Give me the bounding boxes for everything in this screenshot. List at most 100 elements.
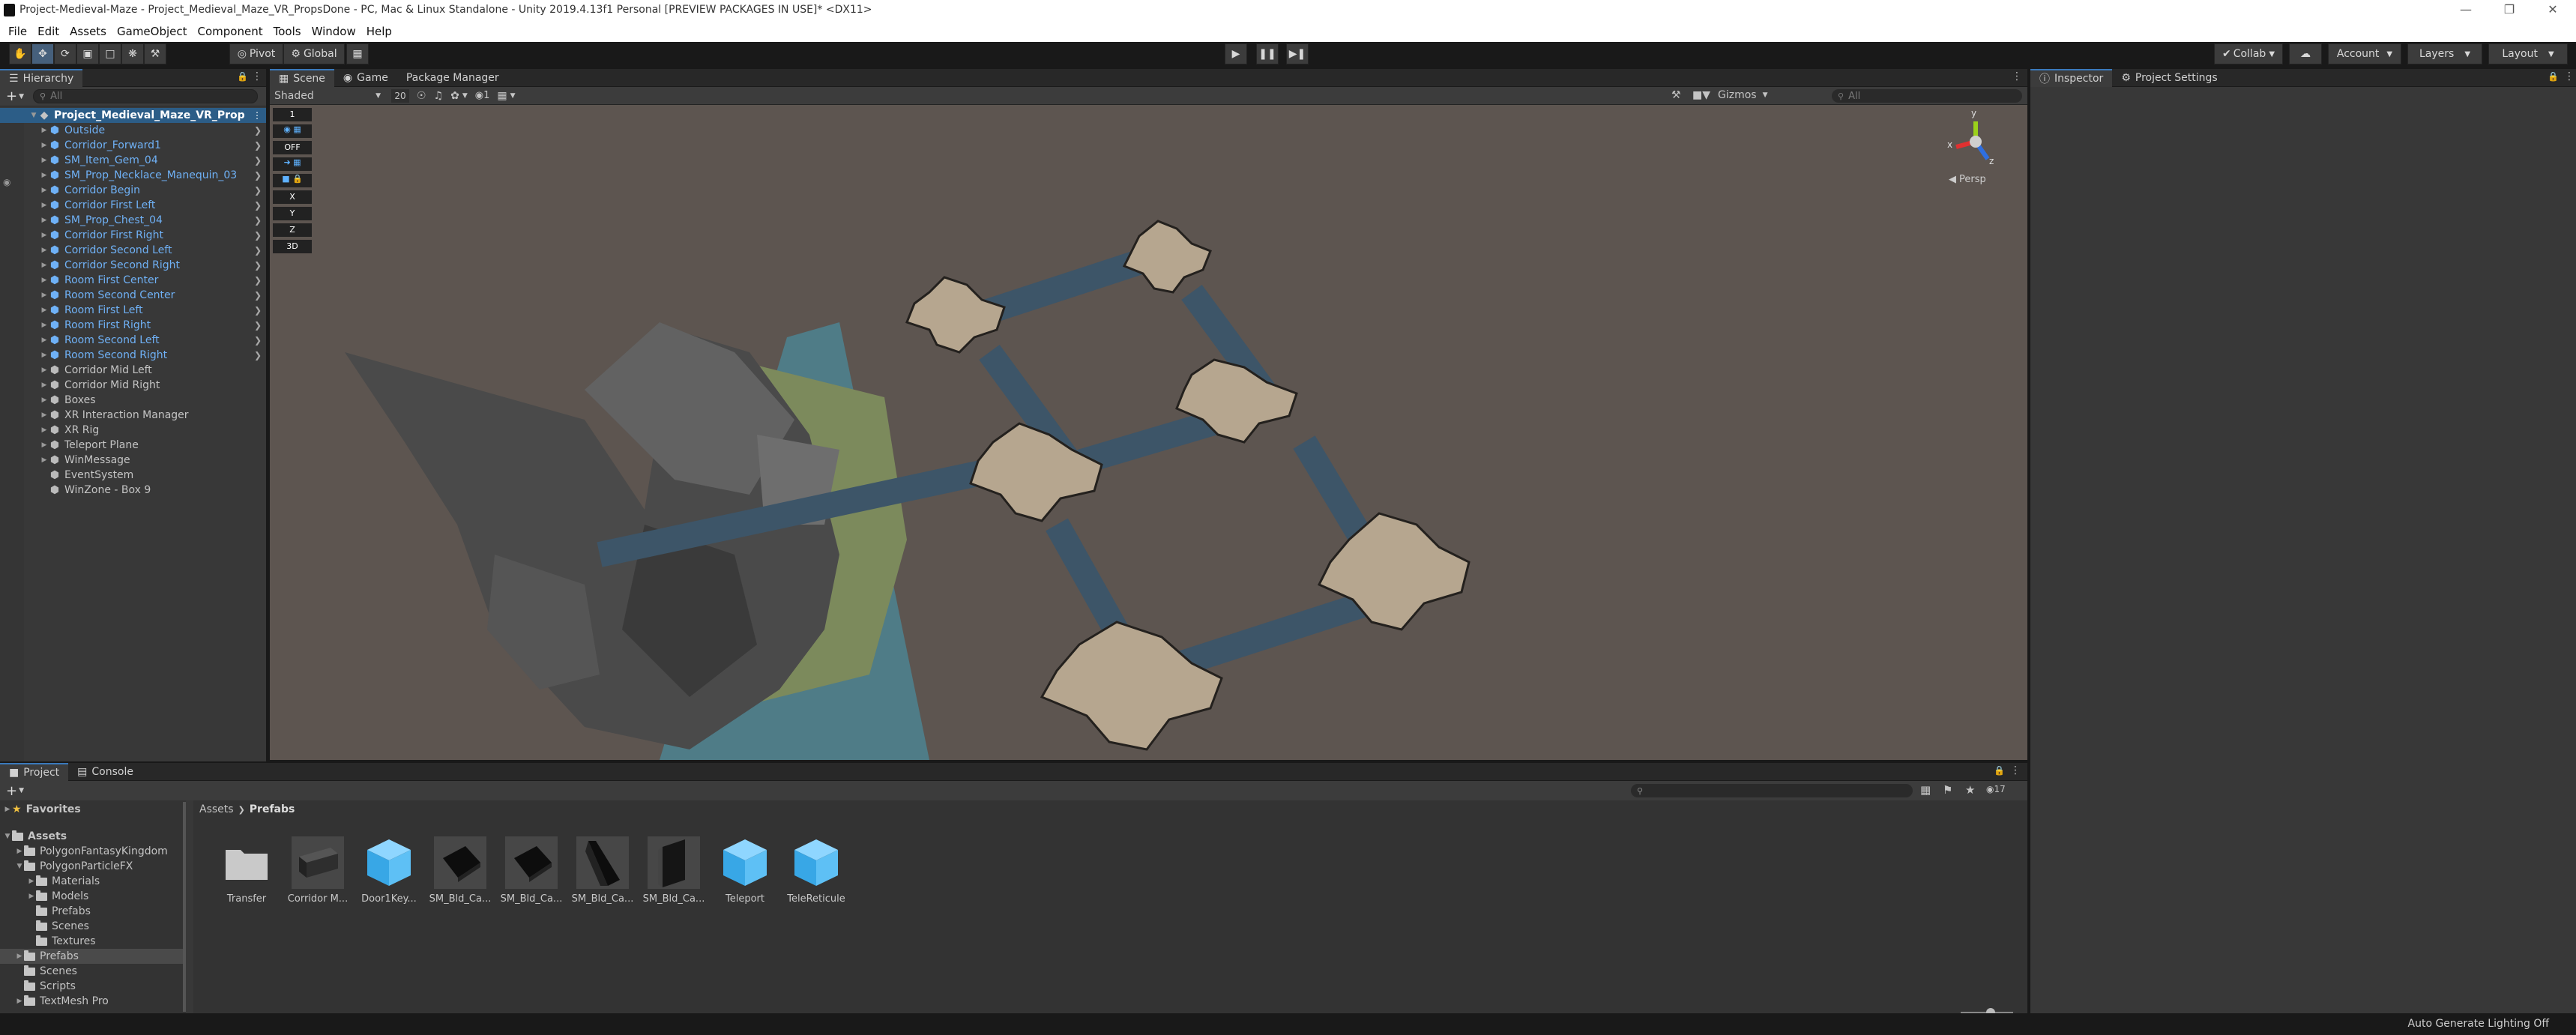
hierarchy-item[interactable]: ▶ ⬢ SM_Item_Gem_04 ❯: [0, 153, 266, 168]
filter-type-icon[interactable]: ▦: [1920, 783, 1931, 797]
project-folder-row[interactable]: Scenes: [0, 964, 186, 979]
lock-icon[interactable]: 🔒: [2548, 71, 2559, 82]
project-folder-row[interactable]: Scenes: [0, 919, 186, 934]
asset-item[interactable]: SM_Bld_Ca...: [425, 836, 495, 905]
project-folder-row[interactable]: Prefabs: [0, 904, 186, 919]
project-folder-row[interactable]: ▶ Materials: [0, 874, 186, 889]
close-icon[interactable]: ✕: [2531, 0, 2575, 21]
asset-item[interactable]: SM_Bld_Ca...: [567, 836, 638, 905]
global-toggle[interactable]: ⚙ Global: [283, 43, 345, 64]
hierarchy-item[interactable]: ▶ ⬢ Room Second Left ❯: [0, 333, 266, 348]
chevron-down-icon[interactable]: ▼: [462, 92, 468, 100]
tree-scrollbar[interactable]: [183, 802, 186, 1012]
breadcrumb-prefabs[interactable]: Prefabs: [250, 803, 295, 815]
menu-assets[interactable]: Assets: [64, 21, 112, 42]
menu-gameobject[interactable]: GameObject: [112, 21, 193, 42]
orientation-gizmo[interactable]: y x z ◀ Persp: [1946, 108, 2006, 187]
move-tool-icon[interactable]: ✥: [31, 43, 54, 64]
expand-arrow-icon[interactable]: ▶: [39, 426, 49, 434]
overlay-count-field[interactable]: 1: [273, 108, 312, 121]
hierarchy-search-input[interactable]: ⚲ All: [33, 89, 259, 103]
asset-item[interactable]: Teleport: [710, 836, 780, 905]
breadcrumb-assets[interactable]: Assets: [199, 803, 234, 815]
rect-tool-icon[interactable]: □: [99, 43, 121, 64]
prefab-open-arrow-icon[interactable]: ❯: [254, 305, 262, 316]
favorites-row[interactable]: ▶ ★ Favorites: [0, 802, 186, 817]
asset-item[interactable]: SM_Bld_Ca...: [639, 836, 709, 905]
grid-toggle-icon[interactable]: ▦: [497, 90, 507, 102]
expand-arrow-icon[interactable]: ▶: [39, 366, 49, 374]
hand-tool-icon[interactable]: ✋: [9, 43, 31, 64]
chevron-down-icon[interactable]: ▼: [19, 787, 24, 794]
expand-arrow-icon[interactable]: ▶: [39, 292, 49, 299]
expand-arrow-icon[interactable]: ▶: [39, 411, 49, 419]
tab-game[interactable]: ◉ Game: [334, 69, 397, 87]
project-folder-row[interactable]: ▶ Prefabs: [0, 949, 186, 964]
hierarchy-item[interactable]: ▶ ⬢ Outside ❯: [0, 123, 266, 138]
snap-off-toggle[interactable]: OFF: [273, 141, 312, 154]
project-folder-row[interactable]: ▶ TextMesh Pro: [0, 994, 186, 1009]
tools-icon[interactable]: ⚒: [1671, 89, 1681, 101]
effects-icon[interactable]: ✿: [450, 90, 459, 102]
kebab-menu-icon[interactable]: ⋮: [2564, 70, 2575, 82]
expand-arrow-icon[interactable]: ▼: [28, 112, 39, 119]
scene-viewport[interactable]: 1 ◉ ▦ OFF ➜ ▦ ■ 🔒 X Y Z 3D y x z ◀ Persp: [270, 105, 2027, 760]
asset-item[interactable]: Corridor M...: [283, 836, 353, 905]
prefab-open-arrow-icon[interactable]: ❯: [254, 275, 262, 286]
expand-arrow-icon[interactable]: ▼: [15, 863, 24, 870]
prefab-open-arrow-icon[interactable]: ❯: [254, 230, 262, 241]
menu-window[interactable]: Window: [307, 21, 361, 42]
lock-icon[interactable]: 🔒: [237, 71, 248, 82]
project-folder-row[interactable]: Textures: [0, 934, 186, 949]
scene-search-input[interactable]: ⚲ All: [1832, 89, 2022, 103]
hierarchy-item[interactable]: ▶ ⬢ SM_Prop_Chest_04 ❯: [0, 213, 266, 228]
tab-project-settings[interactable]: ⚙ Project Settings: [2112, 69, 2226, 87]
hierarchy-item[interactable]: ▶ ⬢ Corridor_Forward1 ❯: [0, 138, 266, 153]
camera-icon[interactable]: ■▼: [1692, 89, 1710, 101]
step-button[interactable]: ▶❚: [1286, 43, 1309, 64]
chevron-down-icon[interactable]: ▼: [510, 92, 516, 100]
asset-item[interactable]: Transfer: [211, 836, 282, 905]
arrow-tool-icon[interactable]: ➜ ▦: [273, 157, 312, 171]
rotate-tool-icon[interactable]: ⟳: [54, 43, 76, 64]
tab-scene[interactable]: ▦ Scene: [270, 68, 334, 87]
project-folder-row[interactable]: ▼ PolygonParticleFX: [0, 859, 186, 874]
prefab-open-arrow-icon[interactable]: ❯: [254, 245, 262, 256]
asset-item[interactable]: TeleReticule: [781, 836, 851, 905]
layout-dropdown[interactable]: Layout ▼: [2488, 43, 2568, 64]
hierarchy-item[interactable]: ▶ ⬢ Room Second Center ❯: [0, 288, 266, 303]
filter-label-icon[interactable]: ⚑: [1943, 783, 1952, 797]
pivot-toggle[interactable]: ◎ Pivot: [229, 43, 283, 64]
gizmos-dropdown[interactable]: Gizmos ▼: [1718, 89, 1768, 101]
expand-arrow-icon[interactable]: ▶: [15, 953, 24, 960]
minimize-icon[interactable]: —: [2444, 0, 2488, 21]
hidden-packages-count[interactable]: ◉17: [1986, 784, 2006, 794]
expand-arrow-icon[interactable]: ▶: [15, 848, 24, 855]
tab-package-manager[interactable]: Package Manager: [397, 69, 508, 87]
project-folder-row[interactable]: ▶ PolygonFantasyKingdom: [0, 844, 186, 859]
prefab-open-arrow-icon[interactable]: ❯: [254, 170, 262, 181]
hierarchy-item[interactable]: ▶ ⬢ XR Rig: [0, 423, 266, 438]
expand-arrow-icon[interactable]: ▶: [39, 307, 49, 314]
play-button[interactable]: ▶: [1225, 43, 1247, 64]
kebab-menu-icon[interactable]: ⋮: [2010, 764, 2021, 776]
prefab-open-arrow-icon[interactable]: ❯: [254, 350, 262, 360]
menu-edit[interactable]: Edit: [32, 21, 64, 42]
hierarchy-item[interactable]: ▶ ⬢ Boxes: [0, 393, 266, 408]
visibility-toggle-icon[interactable]: ◉ ▦: [273, 124, 312, 138]
prefab-open-arrow-icon[interactable]: ❯: [254, 200, 262, 211]
expand-arrow-icon[interactable]: ▶: [39, 381, 49, 389]
expand-arrow-icon[interactable]: ▶: [39, 142, 49, 149]
expand-arrow-icon[interactable]: ▶: [27, 893, 36, 900]
expand-arrow-icon[interactable]: ▶: [27, 878, 36, 885]
grid-size-field[interactable]: 20: [391, 88, 409, 103]
asset-item[interactable]: Door1Key...: [354, 836, 424, 905]
project-folder-row[interactable]: ▼ Assets: [0, 829, 186, 844]
hierarchy-item[interactable]: ▶ ⬢ Room First Left ❯: [0, 303, 266, 318]
lighting-icon[interactable]: ☉: [417, 90, 426, 102]
lock-toggle-icon[interactable]: ■ 🔒: [273, 174, 312, 187]
hierarchy-item[interactable]: ⬢ EventSystem: [0, 468, 266, 483]
kebab-menu-icon[interactable]: ⋮: [252, 70, 262, 82]
hierarchy-item[interactable]: ▶ ⬢ Corridor First Right ❯: [0, 228, 266, 243]
favorite-star-icon[interactable]: ★: [1965, 783, 1975, 797]
